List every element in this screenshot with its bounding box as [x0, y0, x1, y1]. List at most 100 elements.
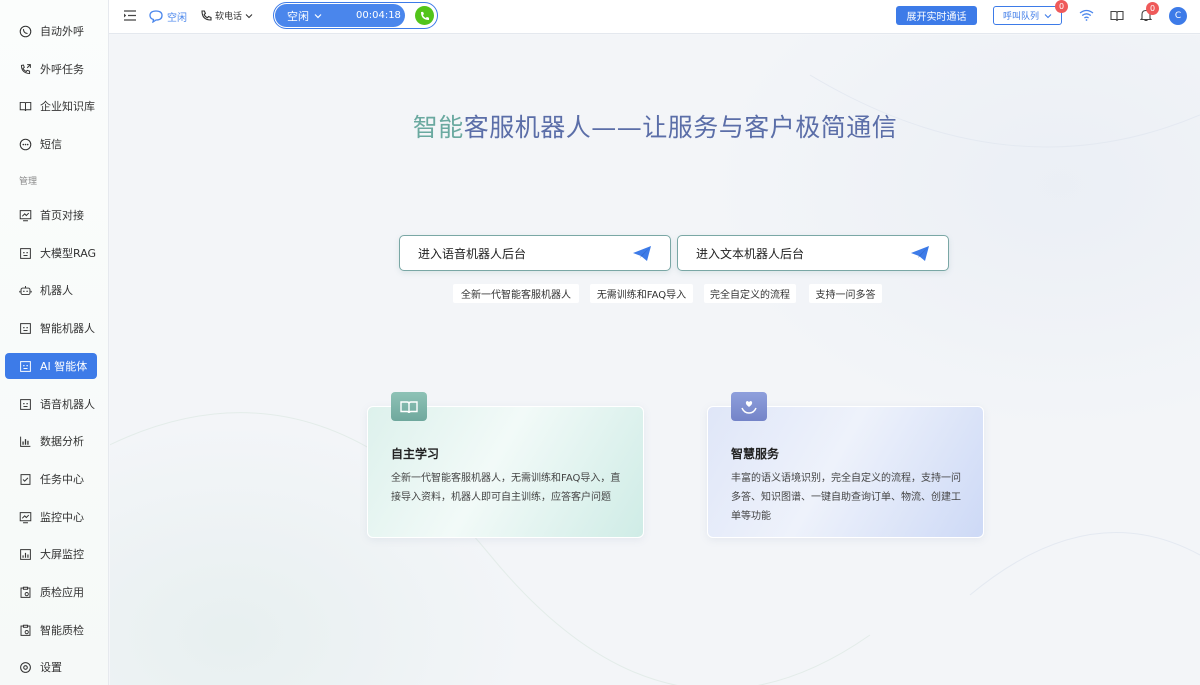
sidebar-item-label: 质检应用 — [40, 586, 84, 599]
sidebar-item-label: 企业知识库 — [40, 100, 95, 113]
bar-chart-icon — [20, 436, 31, 447]
sidebar-item-smart-qc[interactable]: 智能质检 — [5, 617, 97, 643]
network-status[interactable] — [1079, 9, 1094, 21]
enter-voice-robot-button[interactable]: 进入语音机器人后台 — [399, 235, 671, 271]
phone-outgoing-icon — [20, 63, 31, 74]
sidebar-item-label: 自动外呼 — [40, 25, 84, 38]
sidebar-item-label: 机器人 — [40, 284, 73, 297]
sidebar-item-label: 外呼任务 — [40, 63, 84, 76]
robot-face-icon — [20, 247, 31, 259]
monitor-icon — [19, 511, 32, 523]
phone-mode-label: 软电话 — [215, 12, 243, 22]
call-status-dropdown[interactable]: 空闲 00:04:18 — [275, 4, 405, 27]
robot-icon — [19, 285, 32, 295]
feature-tag: 完全自定义的流程 — [704, 284, 796, 303]
feature-card-smart-service: 智慧服务 丰富的语义语境识别，完全自定义的流程，支持一问多答、知识图谱、一键自助… — [707, 392, 984, 538]
sidebar-item-big-screen[interactable]: 大屏监控 — [5, 541, 97, 567]
page-title-highlight: 智能 — [412, 113, 464, 142]
phone-mode-dropdown[interactable]: 软电话 — [201, 9, 253, 22]
sidebar-item-label: 设置 — [40, 661, 62, 674]
phone-icon — [19, 25, 32, 37]
sidebar-item-label: 大模型RAG — [40, 247, 97, 260]
bar-chart-icon — [20, 548, 31, 560]
sidebar-item-voice-robot[interactable]: 语音机器人 — [5, 391, 97, 417]
clipboard-icon — [20, 586, 31, 598]
card-icon-badge — [731, 392, 767, 421]
phone-icon — [201, 10, 212, 21]
top-bar: 空闲 软电话 空闲 00:04:18 展开实时通话 呼叫队列 0 0 C — [109, 0, 1200, 34]
chevron-down-icon — [245, 13, 253, 18]
book-icon — [1110, 10, 1124, 22]
sidebar-item-label: 大屏监控 — [40, 548, 84, 561]
sidebar-item-dial-tasks[interactable]: 外呼任务 — [5, 56, 97, 82]
card-title: 智慧服务 — [731, 447, 780, 461]
menu-toggle-button[interactable] — [124, 10, 136, 21]
message-icon — [19, 138, 32, 150]
chat-bubble-icon — [149, 10, 163, 23]
sidebar-item-label: 智能质检 — [40, 624, 84, 637]
sidebar-item-label: 任务中心 — [40, 473, 84, 486]
robot-face-icon — [20, 360, 31, 372]
expand-realtime-call-button[interactable]: 展开实时通话 — [896, 6, 977, 25]
answer-call-button[interactable] — [415, 6, 434, 25]
card-title: 自主学习 — [391, 447, 440, 461]
book-icon — [19, 101, 32, 111]
call-status-pill: 空闲 00:04:18 — [273, 2, 438, 29]
sidebar-section-label: 管理 — [19, 177, 38, 187]
agent-status-label: 空闲 — [167, 13, 187, 24]
robot-face-icon — [20, 398, 31, 410]
sidebar-item-robot[interactable]: 机器人 — [5, 277, 97, 303]
sidebar-item-llm-rag[interactable]: 大模型RAG — [5, 240, 97, 266]
sidebar-item-label: 数据分析 — [40, 435, 84, 448]
call-queue-dropdown[interactable]: 呼叫队列 — [993, 6, 1062, 25]
feature-card-self-learning: 自主学习 全新一代智能客服机器人，无需训练和FAQ导入，直接导入资料，机器人即可… — [367, 392, 644, 538]
sidebar-item-sms[interactable]: 短信 — [5, 131, 97, 157]
sidebar: 自动外呼 外呼任务 企业知识库 短信 管理 首页对接 大模型RAG 机器人 智能… — [0, 0, 109, 685]
sidebar-item-ai-agent[interactable]: AI 智能体 — [5, 353, 97, 379]
sidebar-item-label: 智能机器人 — [40, 322, 95, 335]
call-timer: 00:04:18 — [356, 10, 401, 21]
send-icon — [911, 246, 929, 261]
sidebar-item-label: 语音机器人 — [40, 398, 95, 411]
heart-hand-icon — [741, 400, 757, 414]
gear-icon — [20, 661, 31, 673]
robot-face-icon — [20, 322, 31, 334]
sidebar-item-qc-app[interactable]: 质检应用 — [5, 579, 97, 605]
sidebar-item-label: 首页对接 — [40, 209, 84, 222]
feature-tag: 无需训练和FAQ导入 — [590, 284, 693, 303]
checklist-icon — [20, 473, 31, 485]
enter-text-robot-label: 进入文本机器人后台 — [696, 246, 805, 261]
open-book-icon — [400, 400, 418, 413]
user-avatar[interactable]: C — [1169, 7, 1187, 25]
wifi-icon — [1079, 9, 1094, 21]
sidebar-item-label: 短信 — [40, 138, 62, 151]
main-content: 智能客服机器人——让服务与客户极简通信 进入语音机器人后台 进入文本机器人后台 … — [110, 35, 1200, 685]
send-icon — [633, 246, 651, 261]
sidebar-item-settings[interactable]: 设置 — [5, 654, 97, 680]
phone-icon — [420, 11, 429, 20]
knowledge-book-button[interactable] — [1110, 10, 1124, 22]
enter-text-robot-button[interactable]: 进入文本机器人后台 — [677, 235, 949, 271]
card-icon-badge — [391, 392, 427, 421]
agent-status[interactable]: 空闲 — [149, 9, 187, 24]
sidebar-item-data-analysis[interactable]: 数据分析 — [5, 428, 97, 454]
page-title-rest: 客服机器人——让服务与客户极简通信 — [463, 113, 898, 142]
sidebar-item-smart-robot[interactable]: 智能机器人 — [5, 315, 97, 341]
call-status-label: 空闲 — [287, 9, 309, 23]
chart-line-icon — [19, 209, 32, 221]
queue-count-badge: 0 — [1055, 0, 1068, 13]
page-title: 智能客服机器人——让服务与客户极简通信 — [110, 108, 1200, 144]
sidebar-item-knowledge-base[interactable]: 企业知识库 — [5, 93, 97, 119]
sidebar-item-label: AI 智能体 — [40, 360, 88, 373]
sidebar-item-label: 监控中心 — [40, 511, 84, 524]
feature-tag: 全新一代智能客服机器人 — [453, 284, 579, 303]
call-queue-label: 呼叫队列 — [1003, 12, 1040, 22]
card-description: 全新一代智能客服机器人，无需训练和FAQ导入，直接导入资料，机器人即可自主训练，… — [391, 473, 621, 503]
sidebar-item-auto-dial[interactable]: 自动外呼 — [5, 18, 97, 44]
enter-voice-robot-label: 进入语音机器人后台 — [418, 246, 527, 261]
sidebar-item-task-center[interactable]: 任务中心 — [5, 466, 97, 492]
sidebar-item-monitor-center[interactable]: 监控中心 — [5, 504, 97, 530]
notification-count-badge: 0 — [1146, 2, 1159, 15]
sidebar-item-home-integration[interactable]: 首页对接 — [5, 202, 97, 228]
chevron-down-icon — [314, 13, 322, 18]
